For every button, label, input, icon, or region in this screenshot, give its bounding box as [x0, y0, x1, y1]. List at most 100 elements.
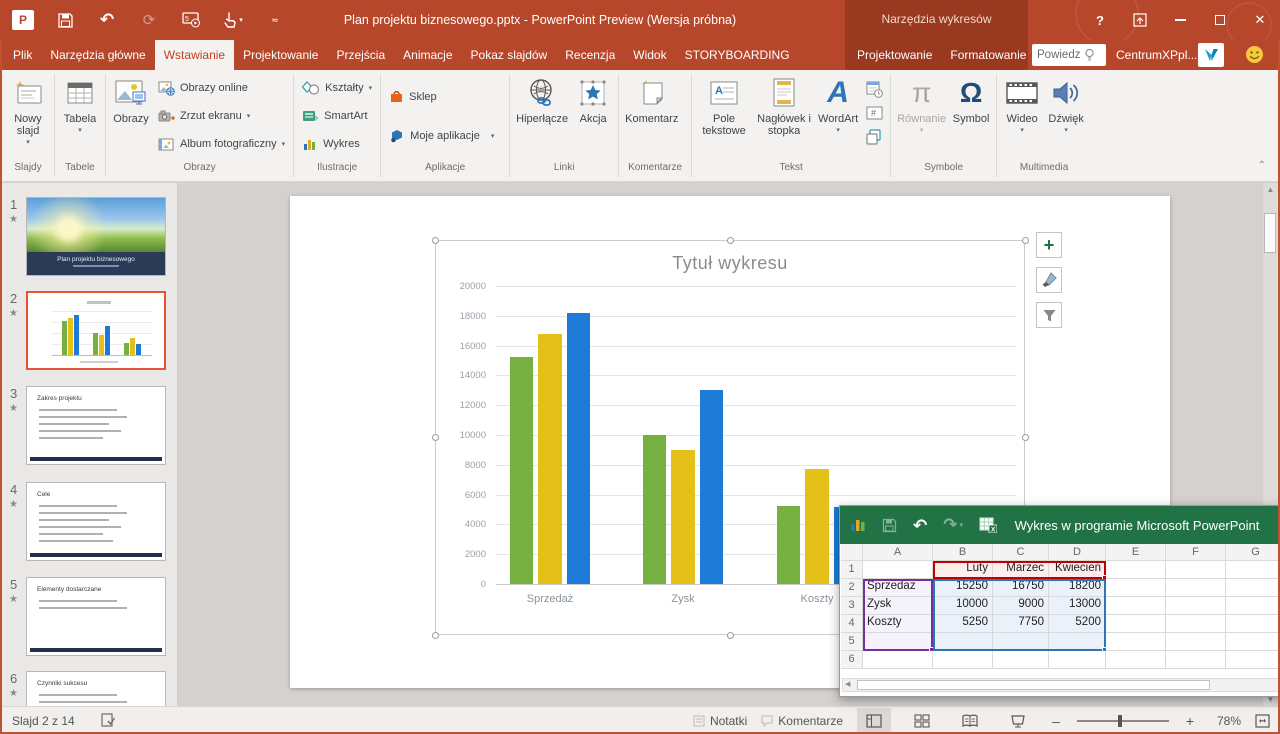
- chart-styles-button[interactable]: [1036, 267, 1062, 293]
- cell-G6[interactable]: [1226, 651, 1280, 669]
- cell-D1[interactable]: Kwiecień: [1049, 561, 1106, 579]
- display-settings-icon[interactable]: [101, 713, 118, 728]
- maximize-button[interactable]: [1200, 0, 1240, 40]
- redo-icon[interactable]: ⟳: [138, 9, 160, 31]
- account-name[interactable]: CentrumXPpl...: [1116, 40, 1197, 70]
- zoom-out-button[interactable]: –: [1049, 713, 1063, 729]
- cell-D3[interactable]: 13000: [1049, 597, 1106, 615]
- screenshot-button[interactable]: Zrzut ekranu ▾: [153, 105, 290, 127]
- customize-qat-icon[interactable]: ≂: [264, 9, 286, 31]
- cell-A2[interactable]: Sprzedaż: [863, 579, 933, 597]
- cell-C6[interactable]: [993, 651, 1049, 669]
- tab-storyboarding[interactable]: STORYBOARDING: [676, 40, 799, 70]
- column-header-B[interactable]: B: [933, 544, 993, 561]
- row-header-3[interactable]: 3: [841, 597, 863, 615]
- touch-mode-icon[interactable]: ▾: [222, 9, 244, 31]
- slide-thumbnail[interactable]: Plan projektu biznesowego: [26, 197, 166, 276]
- column-header-C[interactable]: C: [993, 544, 1049, 561]
- cell-C2[interactable]: 16750: [993, 579, 1049, 597]
- tab-animacje[interactable]: Animacje: [394, 40, 461, 70]
- cell-A4[interactable]: Koszty: [863, 615, 933, 633]
- zoom-slider-thumb[interactable]: [1118, 715, 1122, 727]
- chart-elements-button[interactable]: +: [1036, 232, 1062, 258]
- normal-view-button[interactable]: [857, 708, 891, 734]
- cell-B4[interactable]: 5250: [933, 615, 993, 633]
- wordart-button[interactable]: A WordArt ▾: [815, 73, 861, 159]
- cell-E5[interactable]: [1106, 633, 1166, 651]
- tab-narz-dzia-g-wne[interactable]: Narzędzia główne: [41, 40, 154, 70]
- tell-me-box[interactable]: Powiedz: [1032, 44, 1106, 66]
- save-icon[interactable]: [882, 518, 897, 533]
- select-all-corner[interactable]: [841, 544, 863, 561]
- feedback-smiley-icon[interactable]: [1245, 45, 1264, 69]
- cell-D2[interactable]: 18200: [1049, 579, 1106, 597]
- column-header-G[interactable]: G: [1226, 544, 1280, 561]
- cell-A3[interactable]: Zysk: [863, 597, 933, 615]
- cell-A5[interactable]: [863, 633, 933, 651]
- selection-handle[interactable]: [432, 237, 439, 244]
- cell-A6[interactable]: [863, 651, 933, 669]
- slideshow-view-button[interactable]: [1001, 708, 1035, 734]
- row-header-1[interactable]: 1: [841, 561, 863, 579]
- help-button[interactable]: ?: [1080, 0, 1120, 40]
- comments-toggle[interactable]: Komentarze: [761, 714, 843, 728]
- object-button[interactable]: [863, 126, 885, 148]
- cell-B3[interactable]: 10000: [933, 597, 993, 615]
- cell-E3[interactable]: [1106, 597, 1166, 615]
- contextual-tab-projektowanie[interactable]: Projektowanie: [848, 40, 941, 70]
- cell-G5[interactable]: [1226, 633, 1280, 651]
- online-images-button[interactable]: Obrazy online: [153, 77, 290, 99]
- ribbon-display-options-button[interactable]: [1120, 0, 1160, 40]
- cell-G2[interactable]: [1226, 579, 1280, 597]
- minimize-button[interactable]: [1160, 0, 1200, 40]
- cell-E4[interactable]: [1106, 615, 1166, 633]
- cell-C3[interactable]: 9000: [993, 597, 1049, 615]
- selection-handle[interactable]: [727, 632, 734, 639]
- cell-E2[interactable]: [1106, 579, 1166, 597]
- cell-B6[interactable]: [933, 651, 993, 669]
- selection-handle[interactable]: [1022, 237, 1029, 244]
- chart-filters-button[interactable]: [1036, 302, 1062, 328]
- addin-logo-icon[interactable]: [1198, 43, 1224, 67]
- cell-F5[interactable]: [1166, 633, 1226, 651]
- slide-thumbnail[interactable]: Elementy dostarczane: [26, 577, 166, 656]
- close-button[interactable]: ✕: [1240, 0, 1280, 40]
- tab-wstawianie[interactable]: Wstawianie: [155, 40, 234, 70]
- images-button[interactable]: Obrazy: [109, 73, 153, 159]
- reading-view-button[interactable]: [953, 708, 987, 734]
- cell-F3[interactable]: [1166, 597, 1226, 615]
- tab-recenzja[interactable]: Recenzja: [556, 40, 624, 70]
- zoom-in-button[interactable]: +: [1183, 713, 1197, 729]
- cell-E6[interactable]: [1106, 651, 1166, 669]
- datasheet-horizontal-scrollbar[interactable]: ◀ ▶: [842, 678, 1280, 692]
- cell-F4[interactable]: [1166, 615, 1226, 633]
- slide-thumbnail[interactable]: Zakres projektu: [26, 386, 166, 465]
- smartart-button[interactable]: SmartArt: [297, 105, 377, 127]
- cell-D6[interactable]: [1049, 651, 1106, 669]
- cell-E1[interactable]: [1106, 561, 1166, 579]
- slide-sorter-view-button[interactable]: [905, 708, 939, 734]
- action-button[interactable]: Akcja: [571, 73, 615, 159]
- scrollbar-thumb[interactable]: [1264, 213, 1276, 253]
- cell-F6[interactable]: [1166, 651, 1226, 669]
- fit-to-window-icon[interactable]: [1255, 714, 1270, 728]
- hyperlink-button[interactable]: Hiperłącze: [513, 73, 571, 159]
- header-footer-button[interactable]: Nagłówek i stopka: [753, 73, 815, 159]
- tab-widok[interactable]: Widok: [624, 40, 675, 70]
- scroll-left-arrow[interactable]: ◀: [845, 679, 850, 691]
- my-apps-button[interactable]: Moje aplikacje ▾: [384, 125, 499, 147]
- photo-album-button[interactable]: Album fotograficzny ▾: [153, 133, 290, 155]
- tab-przej-cia[interactable]: Przejścia: [327, 40, 394, 70]
- row-header-2[interactable]: 2: [841, 579, 863, 597]
- slide-number-button[interactable]: #: [863, 102, 885, 124]
- chart-mini-icon[interactable]: [850, 518, 866, 532]
- cell-B5[interactable]: [933, 633, 993, 651]
- column-header-F[interactable]: F: [1166, 544, 1226, 561]
- cell-A1[interactable]: [863, 561, 933, 579]
- selection-handle[interactable]: [432, 632, 439, 639]
- date-time-button[interactable]: [863, 78, 885, 100]
- row-header-6[interactable]: 6: [841, 651, 863, 669]
- symbol-button[interactable]: Ω Symbol: [949, 73, 993, 159]
- scroll-up-arrow[interactable]: ▲: [1263, 185, 1278, 194]
- column-header-A[interactable]: A: [863, 544, 933, 561]
